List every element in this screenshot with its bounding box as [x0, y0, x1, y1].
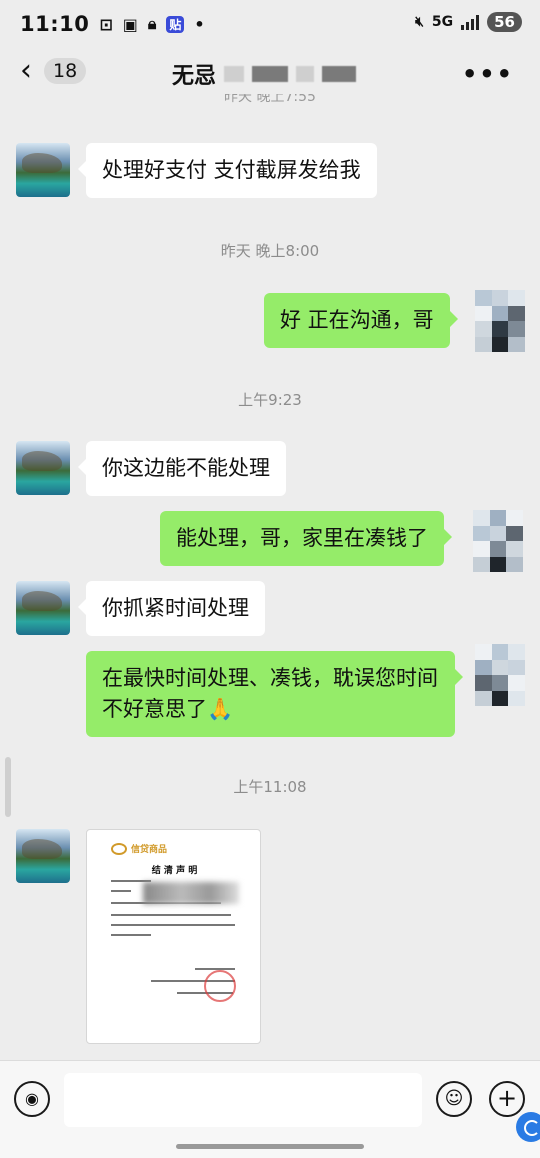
signal-icon: [461, 14, 480, 30]
timestamp: 上午9:23: [238, 391, 302, 409]
floating-assistant-icon[interactable]: [516, 1112, 540, 1142]
my-avatar[interactable]: [475, 290, 525, 352]
plus-icon[interactable]: +: [489, 1081, 525, 1117]
contact-avatar[interactable]: [16, 829, 70, 883]
my-avatar[interactable]: [475, 644, 525, 706]
my-avatar[interactable]: [473, 510, 523, 572]
unread-count-badge[interactable]: 18: [44, 58, 87, 84]
doc-logo: 信贷商品: [111, 842, 167, 855]
message-input[interactable]: [64, 1073, 422, 1127]
message-bubble-incoming[interactable]: 你抓紧时间处理: [78, 581, 265, 636]
voice-icon[interactable]: ◉: [14, 1081, 50, 1117]
lock-icon: 🔒︎: [147, 14, 157, 33]
message-bubble-incoming[interactable]: 你这边能不能处理: [78, 441, 286, 496]
message-bubble-outgoing[interactable]: 在最快时间处理、凑钱，耽误您时间不好意思了🙏: [86, 651, 463, 737]
chat-header: ‹ 18 无忌 •••: [0, 48, 540, 96]
timestamp: 上午11:08: [233, 778, 307, 796]
contact-avatar[interactable]: [16, 581, 70, 635]
status-time: 11:10: [20, 12, 90, 36]
doc-title: 结 清 声 明: [151, 866, 198, 876]
message-bubble-outgoing[interactable]: 好 正在沟通，哥: [264, 293, 458, 348]
chat-title: 无忌: [172, 58, 357, 90]
network-label: 5G: [431, 14, 454, 30]
timestamp-partial: 昨天 晚上7:55: [224, 94, 316, 105]
back-icon[interactable]: ‹: [20, 56, 32, 86]
more-options-icon[interactable]: •••: [462, 60, 514, 88]
redacted-area: [143, 882, 239, 904]
timestamp: 昨天 晚上8:00: [220, 242, 320, 260]
home-indicator[interactable]: [176, 1144, 364, 1149]
screen-record-icon: ⊡: [99, 14, 113, 34]
message-bubble-incoming[interactable]: 处理好支付 支付截屏发给我: [78, 143, 377, 198]
emoji-icon[interactable]: ☺: [436, 1081, 472, 1117]
status-bar: 11:10 ⊡ ▣ 🔒︎ 贴 • 🔇︎ 5G 56: [0, 0, 540, 48]
doc-logo-icon: [111, 842, 127, 855]
image-message[interactable]: 信贷商品 结 清 声 明: [86, 829, 261, 1044]
contact-avatar[interactable]: [16, 143, 70, 197]
mute-icon: 🔇︎: [415, 14, 424, 30]
message-bubble-outgoing[interactable]: 能处理，哥，家里在凑钱了: [160, 511, 452, 566]
dot-icon: •: [194, 14, 205, 34]
paste-app-icon: 贴: [166, 15, 185, 33]
stamp-seal: [204, 970, 236, 1002]
battery-icon: 56: [487, 12, 522, 32]
chat-title-text: 无忌: [172, 64, 217, 89]
contact-avatar[interactable]: [16, 441, 70, 495]
gallery-icon: ▣: [122, 14, 138, 34]
